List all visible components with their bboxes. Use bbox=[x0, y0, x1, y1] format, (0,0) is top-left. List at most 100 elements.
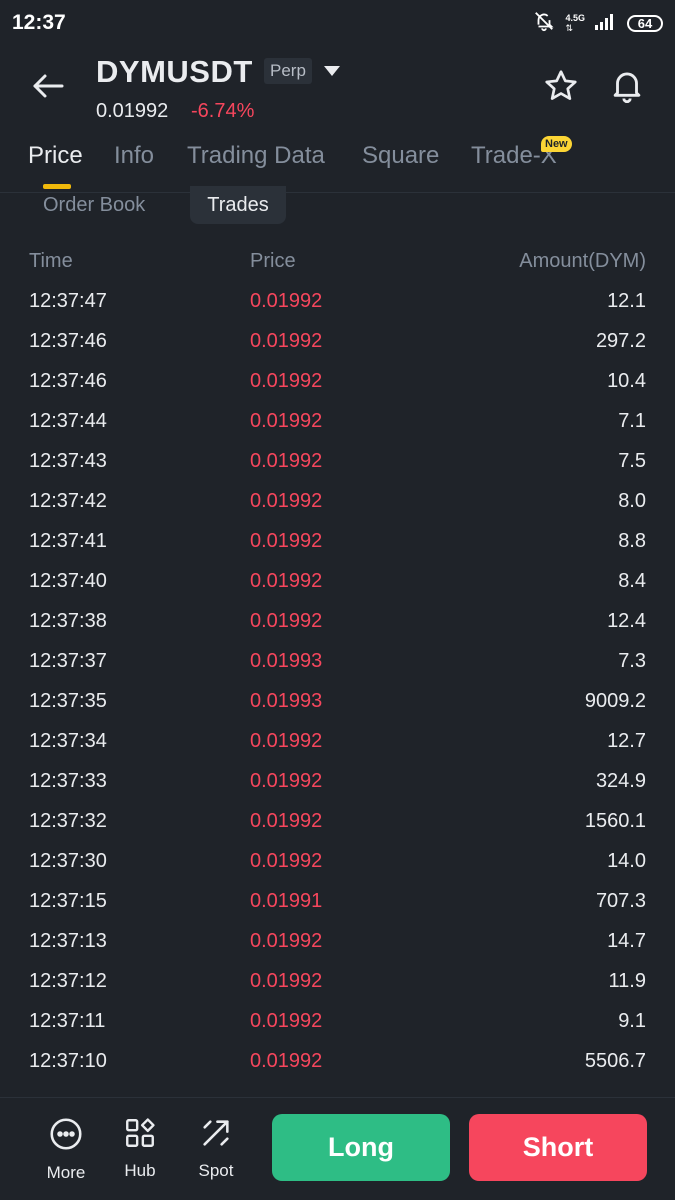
main-tabs: Price Info Trading Data Square Trade-X bbox=[0, 136, 675, 193]
trade-time: 12:37:46 bbox=[29, 370, 107, 392]
trade-price: 0.01992 bbox=[250, 570, 323, 592]
trade-row: 12:37:42 0.01992 8.0 bbox=[0, 481, 675, 521]
trade-amount: 7.5 bbox=[618, 450, 646, 472]
trade-time: 12:37:38 bbox=[29, 610, 107, 632]
change-percent: -6.74% bbox=[191, 100, 255, 122]
price-alert-button[interactable] bbox=[608, 66, 648, 106]
star-icon bbox=[543, 70, 579, 108]
trade-amount: 12.1 bbox=[607, 290, 646, 312]
long-button[interactable]: Long bbox=[272, 1114, 450, 1181]
trade-price: 0.01992 bbox=[250, 610, 323, 632]
trade-row: 12:37:30 0.01992 14.0 bbox=[0, 841, 675, 881]
trade-amount: 8.4 bbox=[618, 570, 646, 592]
more-label: More bbox=[46, 1163, 86, 1182]
trade-time: 12:37:12 bbox=[29, 970, 107, 992]
trade-row: 12:37:15 0.01991 707.3 bbox=[0, 881, 675, 921]
trade-row: 12:37:12 0.01992 11.9 bbox=[0, 961, 675, 1001]
trades-table-header: Time Price Amount(DYM) bbox=[0, 250, 675, 278]
trade-price: 0.01992 bbox=[250, 850, 323, 872]
arrows-diagonal-icon bbox=[199, 1116, 233, 1155]
tab-info[interactable]: Info bbox=[114, 142, 154, 170]
trade-amount: 12.7 bbox=[607, 730, 646, 752]
bell-muted-icon bbox=[533, 10, 555, 37]
grid-icon bbox=[123, 1116, 157, 1155]
trades-list[interactable]: 12:37:47 0.01992 12.1 12:37:46 0.01992 297.2 1… bbox=[0, 281, 675, 1097]
trade-time: 12:37:42 bbox=[29, 490, 107, 512]
hub-button[interactable]: Hub bbox=[108, 1116, 172, 1181]
trade-row: 12:37:40 0.01992 8.4 bbox=[0, 561, 675, 601]
arrow-left-icon bbox=[31, 73, 65, 104]
trade-amount: 324.9 bbox=[595, 770, 646, 792]
trade-row: 12:37:32 0.01992 1560.1 bbox=[0, 801, 675, 841]
trade-price: 0.01992 bbox=[250, 410, 323, 432]
trade-price: 0.01992 bbox=[250, 930, 323, 952]
status-icons: 4.5G ⇅ 64 bbox=[533, 10, 663, 37]
more-button[interactable]: More bbox=[34, 1116, 98, 1183]
trade-price: 0.01992 bbox=[250, 530, 323, 552]
battery-indicator: 64 bbox=[627, 14, 663, 32]
tab-trading-data[interactable]: Trading Data bbox=[187, 142, 325, 170]
trade-time: 12:37:46 bbox=[29, 330, 107, 352]
trade-price: 0.01993 bbox=[250, 650, 323, 672]
trade-row: 12:37:33 0.01992 324.9 bbox=[0, 761, 675, 801]
contract-type-badge: Perp bbox=[264, 58, 312, 84]
symbol-title[interactable]: DYMUSDT bbox=[96, 54, 253, 90]
bottom-action-bar: More Hub Spot Long Short bbox=[0, 1097, 675, 1200]
trade-amount: 10.4 bbox=[607, 370, 646, 392]
trade-time: 12:37:47 bbox=[29, 290, 107, 312]
trade-price: 0.01993 bbox=[250, 690, 323, 712]
trade-time: 12:37:34 bbox=[29, 730, 107, 752]
trade-price: 0.01992 bbox=[250, 290, 323, 312]
trade-time: 12:37:32 bbox=[29, 810, 107, 832]
favorite-button[interactable] bbox=[543, 68, 581, 106]
spot-button[interactable]: Spot bbox=[184, 1116, 248, 1181]
signal-icon bbox=[595, 12, 617, 35]
trade-amount: 707.3 bbox=[595, 890, 646, 912]
trade-row: 12:37:13 0.01992 14.7 bbox=[0, 921, 675, 961]
header-amount: Amount(DYM) bbox=[519, 250, 646, 272]
trade-time: 12:37:43 bbox=[29, 450, 107, 472]
status-bar: 12:37 4.5G ⇅ 64 bbox=[0, 0, 675, 46]
trade-row: 12:37:11 0.01992 9.1 bbox=[0, 1001, 675, 1041]
trade-time: 12:37:35 bbox=[29, 690, 107, 712]
trade-price: 0.01992 bbox=[250, 370, 323, 392]
trade-price: 0.01991 bbox=[250, 890, 323, 912]
trade-row: 12:37:37 0.01993 7.3 bbox=[0, 641, 675, 681]
trade-amount: 9.1 bbox=[618, 1010, 646, 1032]
trade-row: 12:37:10 0.01992 5506.7 bbox=[0, 1041, 675, 1081]
trade-time: 12:37:41 bbox=[29, 530, 107, 552]
trade-row: 12:37:44 0.01992 7.1 bbox=[0, 401, 675, 441]
trade-price: 0.01992 bbox=[250, 450, 323, 472]
hub-label: Hub bbox=[124, 1161, 156, 1180]
trade-price: 0.01992 bbox=[250, 1010, 323, 1032]
trade-row: 12:37:47 0.01992 12.1 bbox=[0, 281, 675, 321]
trade-time: 12:37:40 bbox=[29, 570, 107, 592]
tab-price[interactable]: Price bbox=[28, 142, 83, 170]
trade-price: 0.01992 bbox=[250, 490, 323, 512]
trade-time: 12:37:30 bbox=[29, 850, 107, 872]
last-price: 0.01992 bbox=[96, 100, 169, 122]
header-time: Time bbox=[29, 250, 73, 272]
trade-time: 12:37:33 bbox=[29, 770, 107, 792]
tab-square[interactable]: Square bbox=[362, 142, 439, 170]
dots-circle-icon bbox=[48, 1116, 84, 1157]
spot-label: Spot bbox=[198, 1161, 234, 1180]
trade-amount: 12.4 bbox=[607, 610, 646, 632]
trade-time: 12:37:37 bbox=[29, 650, 107, 672]
symbol-dropdown-button[interactable] bbox=[323, 64, 343, 80]
trade-amount: 14.0 bbox=[607, 850, 646, 872]
trade-time: 12:37:13 bbox=[29, 930, 107, 952]
header-price: Price bbox=[250, 250, 296, 272]
trade-time: 12:37:15 bbox=[29, 890, 107, 912]
subtab-trades[interactable]: Trades bbox=[190, 186, 286, 224]
short-button[interactable]: Short bbox=[469, 1114, 647, 1181]
trade-time: 12:37:44 bbox=[29, 410, 107, 432]
trade-amount: 7.1 bbox=[618, 410, 646, 432]
back-button[interactable] bbox=[28, 68, 68, 108]
new-badge: New bbox=[541, 136, 572, 152]
trade-amount: 14.7 bbox=[607, 930, 646, 952]
trade-row: 12:37:34 0.01992 12.7 bbox=[0, 721, 675, 761]
status-time: 12:37 bbox=[12, 11, 66, 34]
subtab-order-book[interactable]: Order Book bbox=[43, 186, 145, 224]
trade-row: 12:37:38 0.01992 12.4 bbox=[0, 601, 675, 641]
